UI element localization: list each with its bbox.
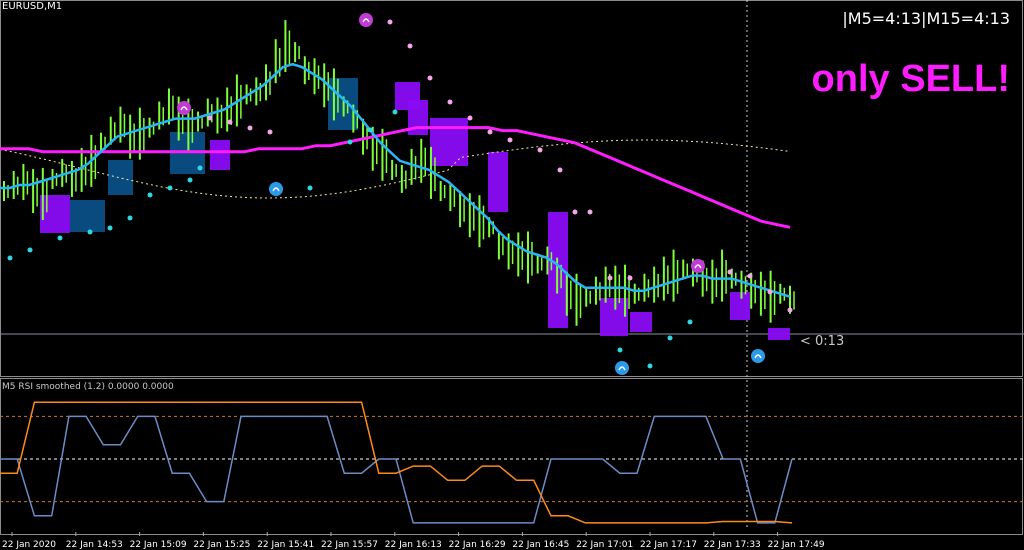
x-tick-label: 22 Jan 15:57 bbox=[321, 540, 378, 550]
down-dot bbox=[727, 269, 733, 275]
down-dot bbox=[767, 289, 773, 295]
up-dot bbox=[667, 335, 673, 341]
symbol-label: EURUSD,M1 bbox=[2, 1, 63, 12]
down-dot bbox=[247, 125, 253, 131]
timeframe-timer: |M5=4:13|M15=4:13 bbox=[842, 9, 1010, 28]
x-tick-label: 22 Jan 2020 bbox=[2, 540, 56, 550]
down-dot bbox=[427, 75, 433, 81]
down-dot bbox=[627, 275, 633, 281]
up-dot bbox=[107, 225, 113, 231]
arrow-badge-icon bbox=[269, 182, 283, 196]
up-dot bbox=[187, 177, 193, 183]
down-dot bbox=[487, 129, 493, 135]
trend-box bbox=[768, 328, 790, 340]
up-dot bbox=[367, 127, 373, 133]
up-dot bbox=[197, 165, 203, 171]
down-dot bbox=[467, 115, 473, 121]
trend-box bbox=[108, 160, 133, 195]
badge-circle bbox=[177, 101, 191, 115]
x-tick-label: 22 Jan 17:17 bbox=[640, 540, 697, 550]
down-dot bbox=[607, 275, 613, 281]
down-dot bbox=[787, 307, 793, 313]
down-dot bbox=[587, 209, 593, 215]
trend-box bbox=[40, 195, 70, 233]
x-tick-label: 22 Jan 15:41 bbox=[257, 540, 314, 550]
down-dot bbox=[572, 209, 578, 215]
up-dot bbox=[27, 247, 33, 253]
down-dot bbox=[227, 119, 233, 125]
trend-boxes bbox=[40, 78, 790, 340]
x-tick-label: 22 Jan 16:13 bbox=[385, 540, 442, 550]
trend-box bbox=[730, 292, 750, 320]
badge-circle bbox=[359, 13, 373, 27]
rsi-blue-line bbox=[0, 415, 793, 524]
trend-box bbox=[210, 140, 230, 170]
trend-box bbox=[70, 200, 105, 232]
trend-box bbox=[488, 152, 508, 212]
down-dot bbox=[267, 129, 273, 135]
main-panel-frame bbox=[0, 0, 1023, 377]
arrow-badge-icon bbox=[615, 361, 629, 375]
up-dot bbox=[127, 215, 133, 221]
arrow-badge-icon bbox=[359, 13, 373, 27]
x-tick-label: 22 Jan 16:45 bbox=[512, 540, 569, 550]
up-dot bbox=[167, 185, 173, 191]
down-dot bbox=[557, 167, 563, 173]
x-tick-label: 22 Jan 16:29 bbox=[449, 540, 506, 550]
arrow-badge-icon bbox=[691, 259, 705, 273]
up-dot bbox=[647, 363, 653, 369]
badge-circle bbox=[751, 349, 765, 363]
up-dot bbox=[147, 192, 153, 198]
up-dot bbox=[57, 235, 63, 241]
badge-circle bbox=[691, 259, 705, 273]
down-dot bbox=[747, 273, 753, 279]
down-dot bbox=[207, 115, 213, 121]
up-dot bbox=[307, 185, 313, 191]
up-dot bbox=[87, 229, 93, 235]
signal-banner: only SELL! bbox=[811, 58, 1010, 100]
down-dot bbox=[537, 147, 543, 153]
up-dot bbox=[7, 255, 13, 261]
trend-box bbox=[630, 312, 652, 332]
rsi-orange-line bbox=[0, 401, 793, 524]
x-tick-label: 22 Jan 15:25 bbox=[193, 540, 250, 550]
arrow-badge-icon bbox=[751, 349, 765, 363]
up-dot bbox=[392, 109, 398, 115]
badge-circle bbox=[615, 361, 629, 375]
trend-box bbox=[600, 298, 628, 336]
down-dot bbox=[507, 137, 513, 143]
down-dot bbox=[387, 19, 393, 25]
x-tick-label: 22 Jan 15:09 bbox=[130, 540, 187, 550]
up-dot bbox=[687, 319, 693, 325]
x-tick-label: 22 Jan 17:49 bbox=[768, 540, 825, 550]
x-tick-label: 22 Jan 17:33 bbox=[704, 540, 761, 550]
down-dot bbox=[447, 99, 453, 105]
x-tick-label: 22 Jan 17:01 bbox=[576, 540, 633, 550]
down-dot bbox=[407, 43, 413, 49]
arrow-badge-icon bbox=[177, 101, 191, 115]
indicator-label: M5 RSI smoothed (1.2) 0.0000 0.0000 bbox=[2, 382, 174, 392]
up-dot bbox=[617, 347, 623, 353]
x-tick-label: 22 Jan 14:53 bbox=[66, 540, 123, 550]
badge-circle bbox=[269, 182, 283, 196]
price-timer: < 0:13 bbox=[800, 334, 845, 349]
up-dot bbox=[347, 139, 353, 145]
